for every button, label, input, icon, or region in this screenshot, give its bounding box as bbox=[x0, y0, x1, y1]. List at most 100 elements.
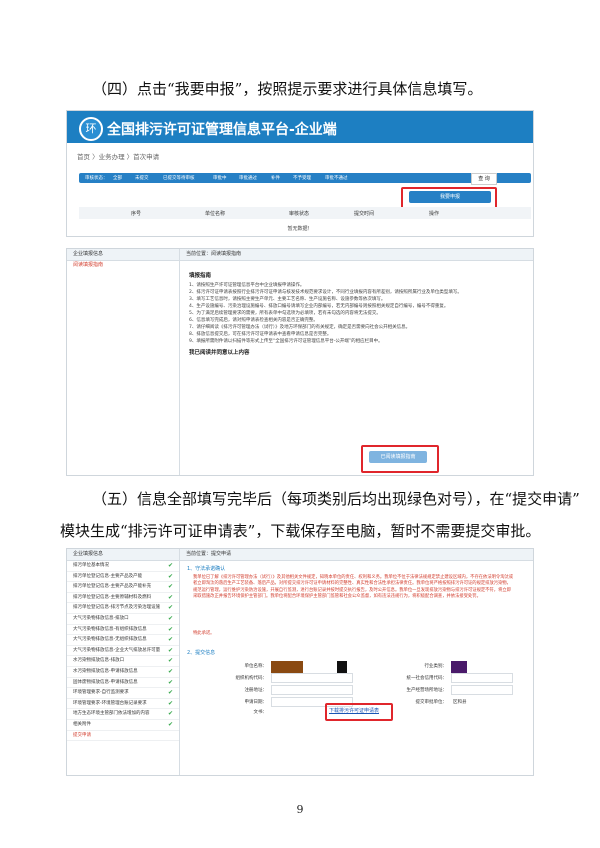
sidebar-item[interactable]: 排污单位登记信息-主要原辅材料及燃料 ✔ bbox=[67, 593, 179, 604]
label-industry: 行业类别： bbox=[424, 664, 448, 669]
prod-address-field[interactable] bbox=[451, 685, 513, 695]
guide-item: 8、排放信息提交后，可在排污许可证申请表中查看申请信息是否完整。 bbox=[189, 332, 332, 337]
guide-item: 7、请仔细阅读《排污许可管理办法（试行）》及地方环保部门的有关规定，确定是否需要… bbox=[189, 325, 411, 330]
filter-unsubmitted[interactable]: 未提交 bbox=[135, 175, 149, 181]
guide-item: 9、填报所需附件请以扫描件等形式上传至“全国排污许可证管理信息平台-公开端”的相… bbox=[189, 339, 383, 344]
sidebar-item[interactable]: 大气污染物排放信息-排放口 ✔ bbox=[67, 614, 179, 625]
label-unit-name: 单位名称： bbox=[244, 664, 268, 669]
sidebar-item[interactable]: 大气污染物排放信息-有组织排放信息 ✔ bbox=[67, 625, 179, 636]
left-nav-header: 企业填报信息 bbox=[67, 549, 179, 561]
sidebar-item-label: 大气污染物排放信息-有组织排放信息 bbox=[73, 626, 147, 632]
location-bar: 当前位置：提交申请 bbox=[180, 549, 533, 561]
address-field[interactable] bbox=[271, 685, 353, 695]
sidebar-item[interactable]: 水污染物排放信息-申请排放信息 ✔ bbox=[67, 667, 179, 678]
paragraph-step-4: （四）点击“我要申报”，按照提示要求进行具体信息填写。 bbox=[92, 80, 483, 98]
sidebar-item-label: 排污单位登记信息-排污节点及污染治理设施 bbox=[73, 605, 161, 611]
platform-title: 全国排污许可证管理信息平台-企业端 bbox=[107, 122, 337, 138]
location-bar: 当前位置：阅读填报指南 bbox=[180, 249, 533, 261]
col-status: 审核状态 bbox=[289, 211, 310, 217]
commitment-end: 特此承诺。 bbox=[193, 631, 215, 636]
guide-item: 6、信息填写完成后，请对照申请表检查相关内容是否正确完整。 bbox=[189, 318, 318, 323]
check-icon: ✔ bbox=[167, 636, 173, 644]
check-icon: ✔ bbox=[167, 710, 173, 718]
sidebar-item-label: 排污单位登记信息-主要产品及产能 bbox=[73, 573, 143, 579]
sidebar-item[interactable]: 大气污染物排放信息-无组织排放信息 ✔ bbox=[67, 635, 179, 646]
label-document: 文书： bbox=[253, 710, 268, 715]
screenshot-submit: 企业填报信息 排污单位基本情况 ✔ 排污单位登记信息-主要产品及产能 ✔ 排污单位登记信… bbox=[66, 548, 534, 776]
sidebar-item[interactable]: 固体废物排放信息-申请排放信息 ✔ bbox=[67, 678, 179, 689]
check-icon: ✔ bbox=[167, 689, 173, 697]
highlight-box bbox=[325, 703, 393, 721]
sidebar-item[interactable]: 排污单位登记信息-排污节点及污染治理设施 ✔ bbox=[67, 603, 179, 614]
check-icon: ✔ bbox=[167, 720, 173, 728]
check-icon: ✔ bbox=[167, 699, 173, 707]
check-icon: ✔ bbox=[167, 657, 173, 665]
filter-supplement[interactable]: 补件 bbox=[271, 175, 280, 181]
screenshot-guide: 企业填报信息 阅读填报指南 当前位置：阅读填报指南 填报指南 1、请按照生产许可… bbox=[66, 248, 534, 476]
sidebar-item[interactable]: 排污单位登记信息-主要产品及产能补充 ✔ bbox=[67, 582, 179, 593]
filter-reviewing[interactable]: 审批中 bbox=[213, 175, 227, 181]
sidebar-item[interactable]: 提交申请 bbox=[67, 731, 179, 742]
query-button[interactable]: 查 询 bbox=[471, 173, 497, 185]
left-nav-list: 排污单位基本情况 ✔ 排污单位登记信息-主要产品及产能 ✔ 排污单位登记信息-主要产品及… bbox=[67, 561, 179, 742]
redacted-mark bbox=[337, 661, 347, 673]
check-icon: ✔ bbox=[167, 646, 173, 654]
label-prod-address: 生产经营场所地址： bbox=[406, 688, 448, 693]
guide-item: 4、生产设施编号、污染治理设施编号、排放口编号请填写企业内部编号，若无内部编号则… bbox=[189, 304, 449, 309]
guide-heading: 填报指南 bbox=[189, 273, 212, 279]
sidebar-item[interactable]: 水污染物排放信息-排放口 ✔ bbox=[67, 656, 179, 667]
emblem-icon: 环 bbox=[79, 117, 103, 141]
sidebar-item-label: 相关附件 bbox=[73, 721, 91, 727]
sidebar-item-label: 水污染物排放信息-申请排放信息 bbox=[73, 668, 138, 674]
page-number: 9 bbox=[296, 803, 304, 816]
status-filter-bar: 审核状态： 全部 未提交 已提交等待审核 审批中 审批通过 补件 不予受理 审批… bbox=[79, 173, 531, 183]
guide-item: 1、请按照生产许可证管理信息平台中企业填报申请操作。 bbox=[189, 283, 305, 288]
paragraph-step-5-line2: 模块生成“排污许可证申请表”，下载保存至电脑，暂时不需要提交审批。 bbox=[60, 522, 541, 540]
filter-label: 审核状态： bbox=[85, 176, 108, 181]
sidebar-item[interactable]: 相关附件 ✔ bbox=[67, 720, 179, 731]
breadcrumb: 首页 〉业务办理 〉首次申请 bbox=[77, 153, 160, 161]
check-icon: ✔ bbox=[167, 583, 173, 591]
sidebar-item-label: 排污单位基本情况 bbox=[73, 563, 109, 568]
sidebar-item-label: 环境管理要求-环境管理台账记录要求 bbox=[73, 700, 147, 706]
sidebar-item[interactable]: 大气污染物排放信息-企业大气排放总许可量 ✔ bbox=[67, 646, 179, 657]
credit-code-field[interactable] bbox=[451, 673, 513, 683]
col-unit-name: 单位名称 bbox=[205, 211, 226, 217]
platform-header: 环 全国排污许可证管理信息平台-企业端 bbox=[67, 111, 533, 143]
filter-approved[interactable]: 审批通过 bbox=[239, 175, 257, 181]
filter-pending[interactable]: 已提交等待审核 bbox=[163, 175, 195, 181]
highlight-box bbox=[361, 445, 439, 473]
sidebar-item[interactable]: 排污单位登记信息-主要产品及产能 ✔ bbox=[67, 572, 179, 583]
col-operation: 操作 bbox=[429, 211, 440, 217]
filter-not-approved[interactable]: 审批不通过 bbox=[325, 175, 348, 181]
sidebar-item[interactable]: 地方生态环境主管部门依法增加的内容 ✔ bbox=[67, 709, 179, 720]
filter-rejected[interactable]: 不予受理 bbox=[293, 175, 311, 181]
sidebar-item-label: 地方生态环境主管部门依法增加的内容 bbox=[73, 711, 150, 717]
check-icon: ✔ bbox=[167, 572, 173, 580]
label-credit-code: 统一社会信用代码： bbox=[406, 676, 448, 681]
redacted-unit-name bbox=[271, 661, 303, 673]
highlight-box bbox=[401, 187, 497, 209]
check-icon: ✔ bbox=[167, 667, 173, 675]
sidebar-item[interactable]: 环境管理要求-自行监测要求 ✔ bbox=[67, 688, 179, 699]
sidebar-item[interactable]: 环境管理要求-环境管理台账记录要求 ✔ bbox=[67, 699, 179, 710]
commitment-text: 我单位已了解《排污许可管理办法（试行）》及其他相关文件规定，知晓本单位的责任、权… bbox=[193, 575, 514, 599]
check-icon: ✔ bbox=[167, 614, 173, 622]
section-commitment: 1、守法承诺确认 bbox=[187, 566, 226, 572]
sidebar-item-label: 排污单位登记信息-主要产品及产能补充 bbox=[73, 584, 152, 590]
filter-all[interactable]: 全部 bbox=[113, 175, 122, 181]
col-index: 序号 bbox=[131, 211, 142, 217]
sidebar-item[interactable]: 排污单位基本情况 ✔ bbox=[67, 561, 179, 572]
section-submit-info: 2、提交信息 bbox=[187, 650, 216, 656]
guide-item: 2、排污许可证申请表按照行业排污许可证申请与核发技术规范要求设计，不同行业填报内… bbox=[189, 290, 462, 295]
empty-message: 暂无数据！ bbox=[287, 226, 313, 232]
sidebar-item-label: 环境管理要求-自行监测要求 bbox=[73, 690, 129, 696]
org-code-field[interactable] bbox=[271, 673, 353, 683]
check-icon: ✔ bbox=[167, 604, 173, 612]
paragraph-step-5-line1: （五）信息全部填写完毕后（每项类别后均出现绿色对号），在“提交申请” bbox=[92, 490, 580, 508]
label-address: 注册地址： bbox=[244, 688, 268, 693]
guide-item: 5、为了满足后续管理要求的需要，所有表单中勾选项为必填项，若有未勾选的内容将无法… bbox=[189, 311, 381, 316]
left-nav-header: 企业填报信息 bbox=[67, 249, 179, 261]
table-header: 序号 单位名称 审核状态 提交时间 操作 bbox=[79, 207, 531, 219]
nav-item-guide[interactable]: 阅读填报指南 bbox=[67, 261, 179, 270]
